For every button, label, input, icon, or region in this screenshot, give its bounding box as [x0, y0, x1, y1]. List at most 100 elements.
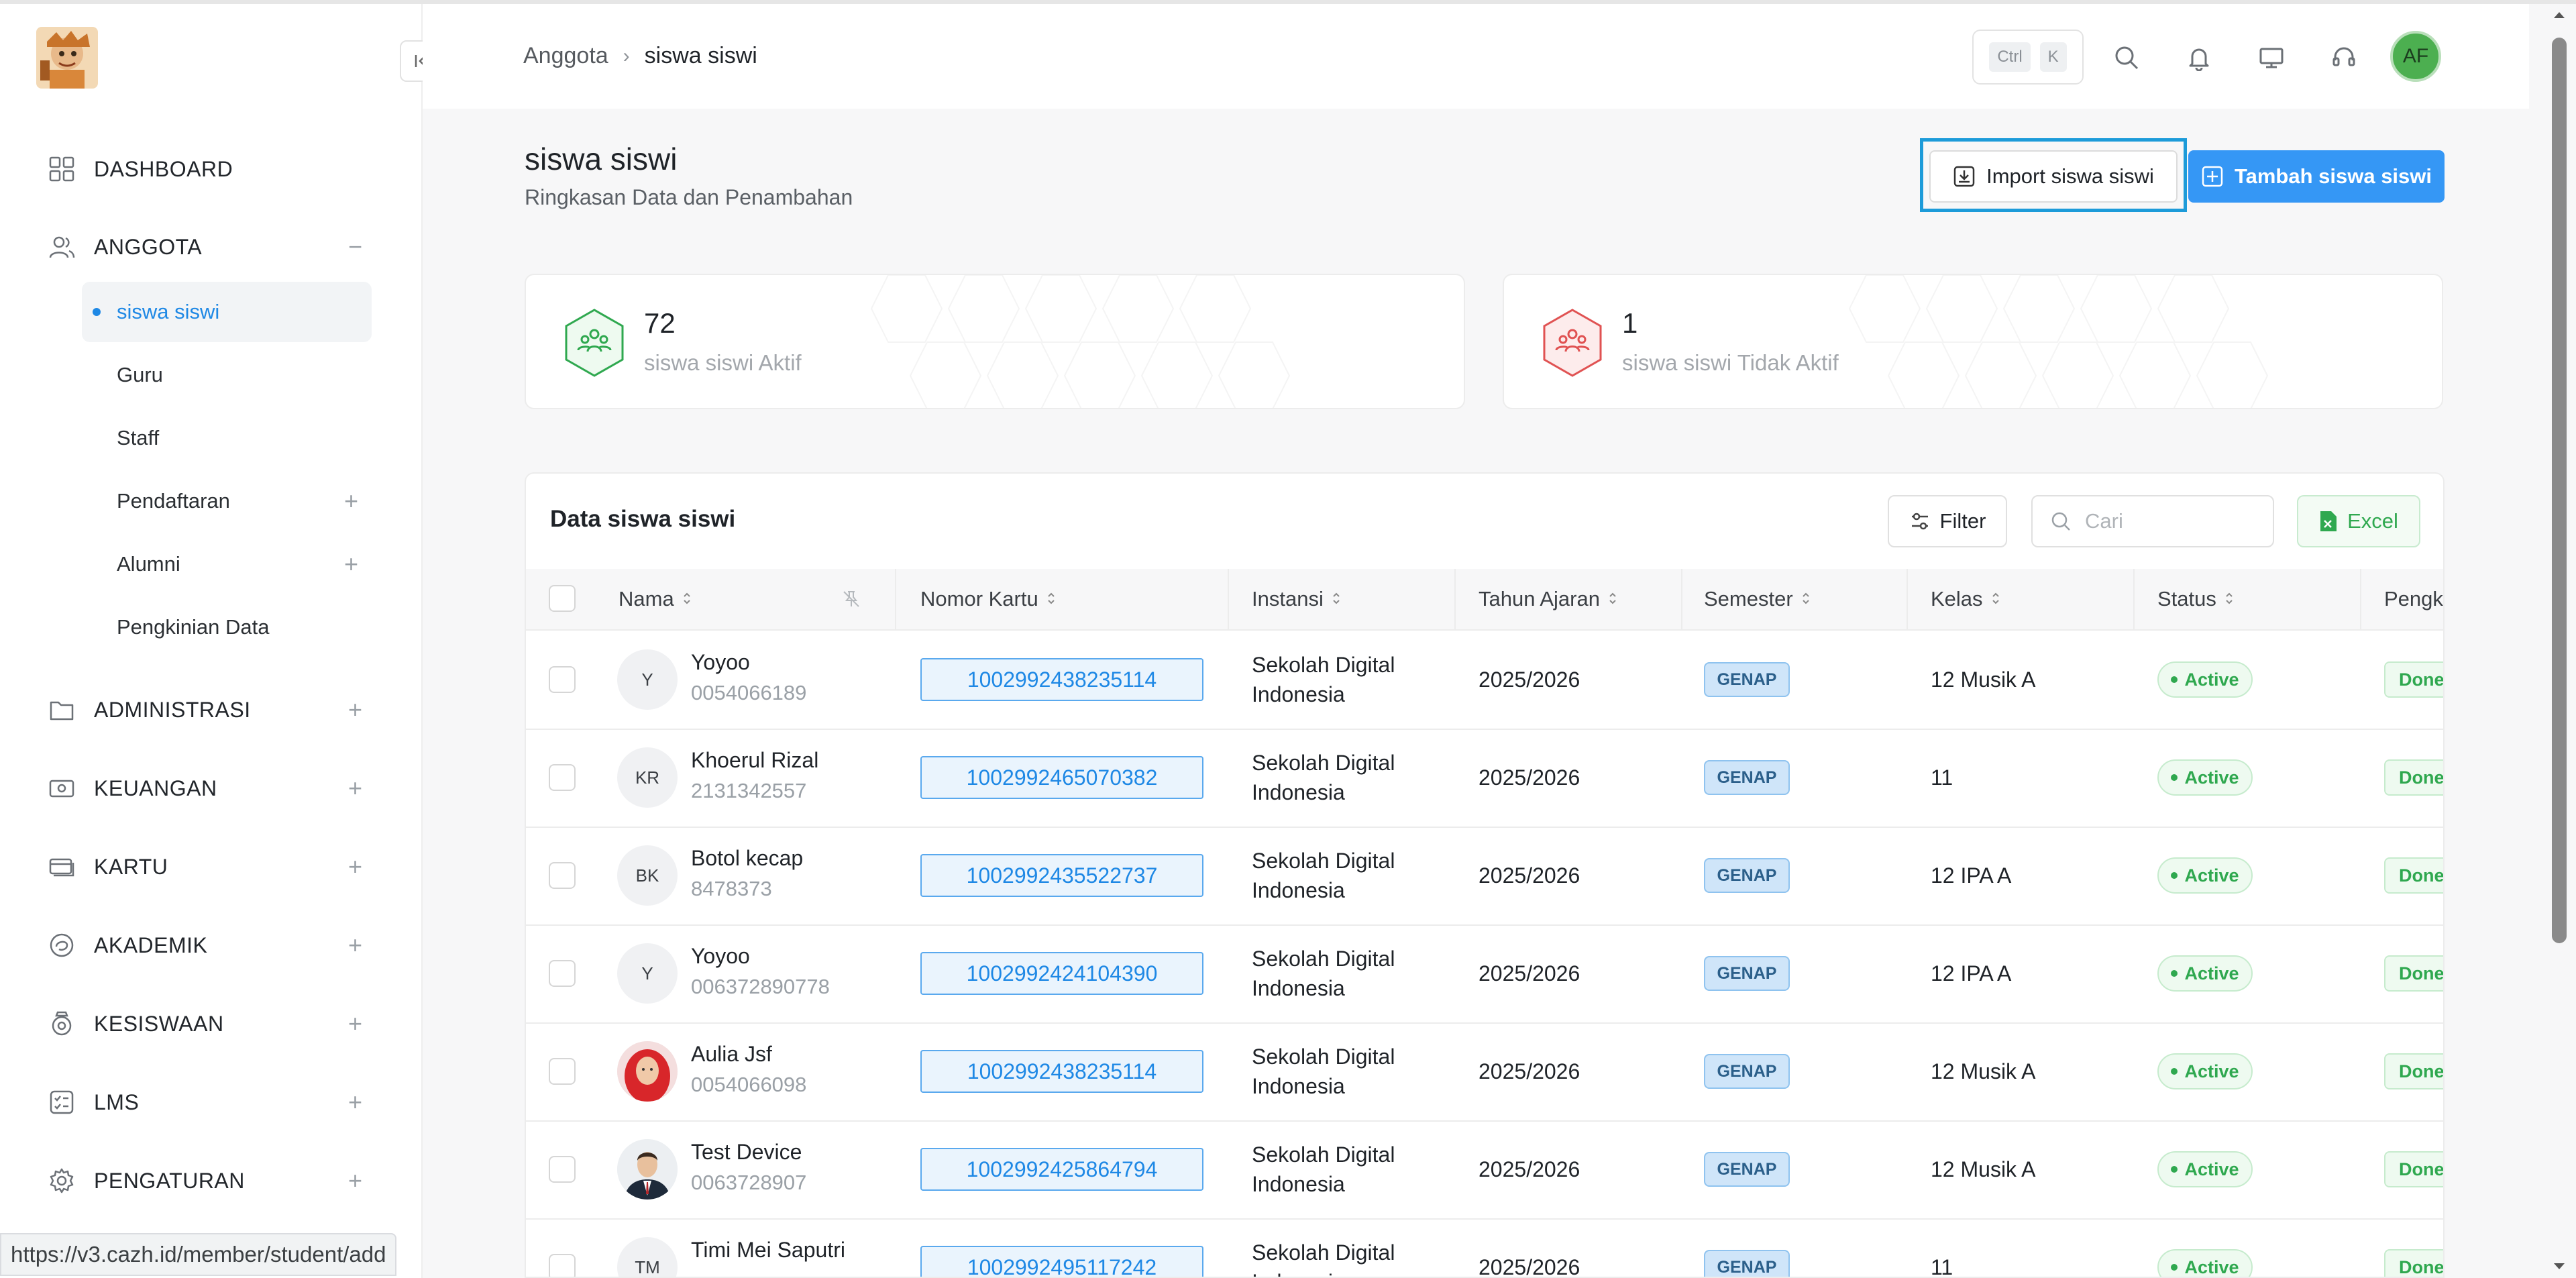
- expand-plus-icon[interactable]: +: [348, 931, 362, 959]
- nav-akademik[interactable]: AKADEMIK +: [47, 925, 362, 965]
- row-checkbox[interactable]: [549, 1254, 576, 1277]
- status-bar-url: https://v3.cazh.id/member/student/add: [0, 1233, 397, 1276]
- row-checkbox[interactable]: [549, 1156, 576, 1183]
- filter-button[interactable]: Filter: [1888, 495, 2007, 547]
- institution-line-1: Sekolah Digital: [1252, 849, 1395, 873]
- row-checkbox[interactable]: [549, 666, 576, 693]
- column-divider: [2360, 569, 2361, 629]
- sidebar-item-alumni[interactable]: Alumni +: [82, 534, 372, 594]
- search-icon[interactable]: [2106, 38, 2147, 78]
- stat-value: 72: [644, 307, 676, 339]
- card-number[interactable]: 1002992435522737: [920, 854, 1203, 897]
- class-name: 12 IPA A: [1931, 863, 2012, 888]
- table-row[interactable]: Aulia Jsf 0054066098 1002992438235114 Se…: [526, 1022, 2443, 1122]
- table-row[interactable]: KR Khoerul Rizal 2131342557 100299246507…: [526, 729, 2443, 828]
- nav-dashboard[interactable]: DASHBOARD: [47, 149, 362, 189]
- unpin-column-icon[interactable]: [841, 569, 861, 629]
- sidebar-item-pendaftaran[interactable]: Pendaftaran +: [82, 471, 372, 531]
- student-name[interactable]: Yoyoo: [691, 944, 750, 969]
- nav-keuangan[interactable]: KEUANGAN +: [47, 768, 362, 808]
- card-number[interactable]: 1002992465070382: [920, 756, 1203, 799]
- table-row[interactable]: Test Device 0063728907 1002992425864794 …: [526, 1120, 2443, 1220]
- nav-administrasi[interactable]: ADMINISTRASI +: [47, 690, 362, 730]
- column-header-kelas[interactable]: Kelas: [1931, 569, 2000, 629]
- table-row[interactable]: TM Timi Mei Saputri 1002992495117242 Sek…: [526, 1218, 2443, 1277]
- sidebar-item-pengkinian-data[interactable]: Pengkinian Data: [82, 597, 372, 657]
- expand-plus-icon[interactable]: +: [348, 1167, 362, 1195]
- row-checkbox[interactable]: [549, 862, 576, 889]
- student-avatar: TM: [617, 1237, 678, 1277]
- student-name[interactable]: Botol kecap: [691, 846, 803, 871]
- search-input[interactable]: [2084, 509, 2247, 534]
- column-header-tahun-ajaran[interactable]: Tahun Ajaran: [1479, 569, 1617, 629]
- scroll-up-arrow-icon[interactable]: [2549, 7, 2569, 23]
- class-name: 11: [1931, 765, 1953, 790]
- add-student-button[interactable]: Tambah siswa siswi: [2188, 150, 2445, 203]
- institution-line-2: Indonesia: [1252, 878, 1345, 902]
- stat-card-inactive: 1 siswa siswi Tidak Aktif: [1503, 274, 2443, 409]
- vertical-scrollbar-thumb[interactable]: [2552, 38, 2567, 943]
- app-logo[interactable]: [36, 27, 98, 89]
- expand-plus-icon[interactable]: +: [348, 853, 362, 881]
- column-header-nomor-kartu[interactable]: Nomor Kartu: [920, 569, 1056, 629]
- monitor-icon[interactable]: [2251, 38, 2292, 78]
- student-name[interactable]: Timi Mei Saputri: [691, 1238, 845, 1263]
- institution-line-1: Sekolah Digital: [1252, 947, 1395, 971]
- headset-icon[interactable]: [2324, 38, 2364, 78]
- sidebar-item-staff[interactable]: Staff: [82, 408, 372, 468]
- student-name[interactable]: Khoerul Rizal: [691, 748, 818, 773]
- expand-plus-icon[interactable]: +: [348, 696, 362, 724]
- column-header-nama[interactable]: Nama: [619, 569, 692, 629]
- student-avatar: BK: [617, 845, 678, 906]
- expand-plus-icon[interactable]: +: [344, 487, 358, 515]
- nav-anggota[interactable]: ANGGOTA −: [47, 227, 362, 267]
- student-table-card: Data siswa siswi Filter Excel Nama Nomor…: [525, 472, 2445, 1278]
- card-number[interactable]: 1002992438235114: [920, 1050, 1203, 1093]
- sidebar-item-guru[interactable]: Guru: [82, 345, 372, 405]
- sidebar-item-siswa-siswi[interactable]: siswa siswi: [82, 282, 372, 342]
- card-number[interactable]: 1002992495117242: [920, 1246, 1203, 1277]
- expand-plus-icon[interactable]: +: [348, 1010, 362, 1038]
- nav-kesiswaan[interactable]: KESISWAAN +: [47, 1004, 362, 1044]
- student-name[interactable]: Aulia Jsf: [691, 1042, 772, 1067]
- card-icon: [47, 852, 76, 882]
- class-name: 12 Musik A: [1931, 668, 2036, 692]
- user-avatar[interactable]: AF: [2390, 31, 2441, 82]
- breadcrumb: Anggota › siswa siswi: [523, 43, 757, 69]
- column-header-status[interactable]: Status: [2157, 569, 2234, 629]
- nav-pengaturan[interactable]: PENGATURAN +: [47, 1161, 362, 1201]
- column-header-pengkinian[interactable]: Pengk: [2384, 569, 2443, 629]
- sort-icon: [1046, 587, 1056, 611]
- student-name[interactable]: Yoyoo: [691, 650, 750, 675]
- select-all-checkbox[interactable]: [549, 585, 576, 612]
- table-row[interactable]: Y Yoyoo 0054066189 1002992438235114 Seko…: [526, 631, 2443, 730]
- table-row[interactable]: Y Yoyoo 006372890778 1002992424104390 Se…: [526, 924, 2443, 1024]
- scroll-down-arrow-icon[interactable]: [2549, 1259, 2569, 1275]
- row-checkbox[interactable]: [549, 960, 576, 987]
- expand-plus-icon[interactable]: +: [348, 774, 362, 802]
- collapse-toggle-icon[interactable]: −: [348, 233, 362, 261]
- row-checkbox[interactable]: [549, 1058, 576, 1085]
- expand-plus-icon[interactable]: +: [344, 550, 358, 578]
- table-row[interactable]: BK Botol kecap 8478373 1002992435522737 …: [526, 827, 2443, 926]
- card-number[interactable]: 1002992425864794: [920, 1148, 1203, 1191]
- card-number[interactable]: 1002992438235114: [920, 658, 1203, 701]
- import-label: Import siswa siswi: [1986, 164, 2154, 188]
- student-name[interactable]: Test Device: [691, 1140, 802, 1165]
- column-header-instansi[interactable]: Instansi: [1252, 569, 1341, 629]
- nav-kartu[interactable]: KARTU +: [47, 847, 362, 887]
- search-field[interactable]: [2031, 495, 2274, 547]
- import-button[interactable]: Import siswa siswi: [1929, 150, 2178, 203]
- nav-lms[interactable]: LMS +: [47, 1082, 362, 1122]
- column-divider: [1228, 569, 1229, 629]
- breadcrumb-parent[interactable]: Anggota: [523, 43, 608, 69]
- badge-icon: [47, 1009, 76, 1039]
- column-header-semester[interactable]: Semester: [1704, 569, 1811, 629]
- expand-plus-icon[interactable]: +: [348, 1088, 362, 1116]
- export-excel-button[interactable]: Excel: [2297, 495, 2420, 547]
- card-number[interactable]: 1002992424104390: [920, 952, 1203, 995]
- command-palette-shortcut[interactable]: Ctrl K: [1972, 30, 2084, 85]
- bell-icon[interactable]: [2179, 38, 2219, 78]
- column-label: Semester: [1704, 587, 1793, 610]
- row-checkbox[interactable]: [549, 764, 576, 791]
